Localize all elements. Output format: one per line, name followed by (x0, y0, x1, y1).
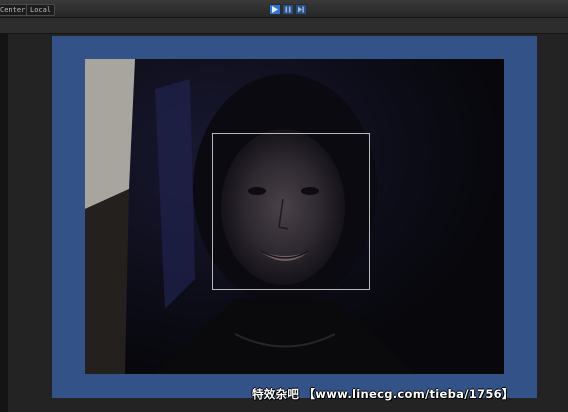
face-detection-box (212, 133, 370, 290)
pivot-rotation-toggle[interactable]: Local (26, 4, 56, 16)
pivot-mode-toggle[interactable]: Center (0, 4, 30, 16)
play-icon (272, 6, 278, 13)
editor-toolbar: Center Local (0, 0, 568, 18)
step-button[interactable] (295, 4, 307, 15)
watermark-text: 特效杂吧 【www.linecg.com/tieba/1756】 (252, 387, 514, 401)
pause-button[interactable] (282, 4, 294, 15)
pause-icon (285, 6, 291, 13)
play-button[interactable] (269, 4, 281, 15)
step-icon (298, 6, 304, 13)
game-view-header (0, 18, 568, 34)
game-view-left-edge (0, 34, 8, 412)
